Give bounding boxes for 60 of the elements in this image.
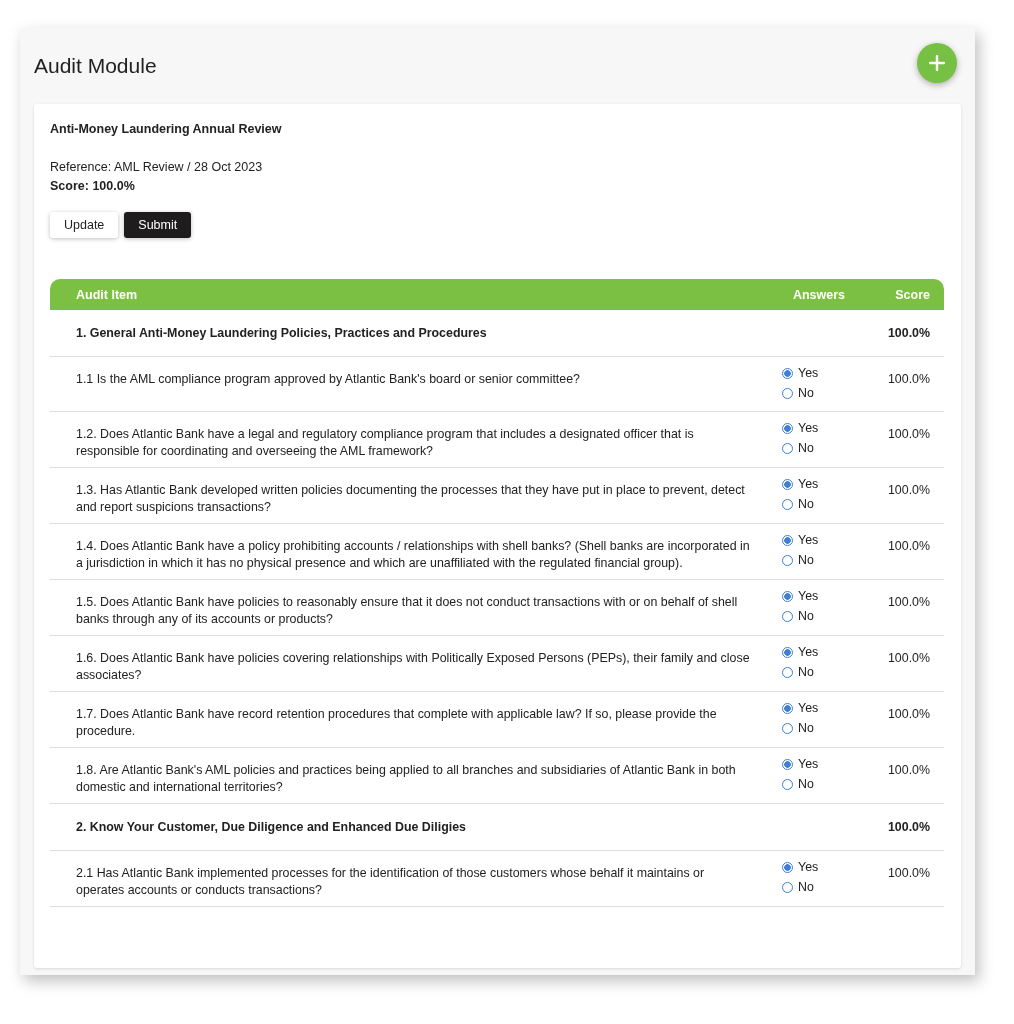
radio-button[interactable]	[782, 861, 793, 873]
radio-button[interactable]	[782, 590, 793, 602]
question-text: 2.1 Has Atlantic Bank implemented processes for the identification of those customers whose behalf it maintains or operates accounts or conducts transactions?	[75, 865, 706, 898]
radio-button[interactable]	[782, 758, 793, 770]
radio-option[interactable]: Yes	[782, 530, 864, 550]
section-score: 100.0%	[886, 818, 930, 836]
question-score: 100.0%	[886, 706, 930, 723]
question-text: 1.1 Is the AML compliance program approved by Atlantic Bank's board or senior committee?	[75, 371, 581, 388]
radio-option[interactable]: Yes	[782, 586, 864, 606]
question-text: 1.2. Does Atlantic Bank have a legal and regulatory compliance program that includes a designated officer that is responsible for coordinating and overseeing the AML framework?	[75, 426, 695, 459]
radio-option[interactable]: No	[782, 494, 864, 514]
radio-button[interactable]	[782, 534, 793, 546]
radio-option[interactable]: Yes	[782, 698, 864, 718]
question-score: 100.0%	[886, 650, 930, 667]
question-score: 100.0%	[886, 594, 930, 611]
question-score: 100.0%	[886, 426, 930, 443]
section-title: 1. General Anti-Money Laundering Policies, Practices and Procedures	[75, 324, 488, 342]
column-header: Answers	[791, 287, 847, 302]
radio-button[interactable]	[782, 422, 793, 434]
radio-option[interactable]: Yes	[782, 363, 864, 383]
section-title: 2. Know Your Customer, Due Diligence and Enhanced Due Diligies	[75, 818, 467, 836]
radio-button[interactable]	[782, 646, 793, 658]
question-score: 100.0%	[886, 371, 930, 388]
radio-option[interactable]: Yes	[782, 857, 864, 877]
radio-option[interactable]: No	[782, 550, 864, 570]
question-text: 1.8. Are Atlantic Bank's AML policies and practices being applied to all branches and subsidiaries of Atlantic Bank in both domestic and international territories?	[75, 762, 737, 795]
radio-option[interactable]: Yes	[782, 418, 864, 438]
question-score: 100.0%	[886, 865, 930, 882]
question-text: 1.3. Has Atlantic Bank developed written policies documenting the processes that they have put in place to prevent, detect and report suspicions transactions?	[75, 482, 746, 515]
question-score: 100.0%	[886, 762, 930, 779]
radio-option[interactable]: No	[782, 774, 864, 794]
submit-button[interactable]: Submit	[124, 212, 192, 238]
question-score: 100.0%	[886, 538, 930, 555]
question-text: 1.4. Does Atlantic Bank have a policy prohibiting accounts / relationships with shell banks? (Shell banks are incorporated in a jurisdiction in which it has no physical presence and which are unaffiliated with the regulated financial group).	[75, 538, 751, 571]
radio-button[interactable]	[782, 702, 793, 714]
page-title: Audit Module	[34, 54, 157, 78]
audit-score: Score: 100.0%	[50, 179, 136, 193]
radio-option[interactable]: No	[782, 438, 864, 458]
radio-option[interactable]: No	[782, 606, 864, 626]
radio-option[interactable]: No	[782, 383, 864, 403]
radio-option[interactable]: No	[782, 662, 864, 682]
column-header: Audit Item	[75, 287, 139, 302]
audit-name: Anti-Money Laundering Annual Review	[50, 122, 283, 136]
radio-option[interactable]: No	[782, 718, 864, 738]
radio-option[interactable]: No	[782, 877, 864, 897]
radio-option[interactable]: Yes	[782, 474, 864, 494]
radio-option[interactable]: Yes	[782, 642, 864, 662]
add-button[interactable]	[917, 43, 957, 83]
column-header: Score	[894, 287, 930, 302]
plus-icon	[929, 55, 945, 71]
question-score: 100.0%	[886, 482, 930, 499]
question-text: 1.7. Does Atlantic Bank have record retention procedures that complete with applicable law? If so, please provide the procedure.	[75, 706, 718, 739]
question-text: 1.6. Does Atlantic Bank have policies covering relationships with Politically Exposed Persons (PEPs), their family and close associates?	[75, 650, 751, 683]
radio-button[interactable]	[782, 367, 793, 379]
audit-reference: Reference: AML Review / 28 Oct 2023	[50, 160, 264, 174]
update-button[interactable]: Update	[50, 212, 119, 238]
section-score: 100.0%	[886, 324, 930, 342]
question-text: 1.5. Does Atlantic Bank have policies to reasonably ensure that it does not conduct transactions with or on behalf of shell banks through any of its accounts or products?	[75, 594, 739, 627]
radio-button[interactable]	[782, 478, 793, 490]
radio-option[interactable]: Yes	[782, 754, 864, 774]
